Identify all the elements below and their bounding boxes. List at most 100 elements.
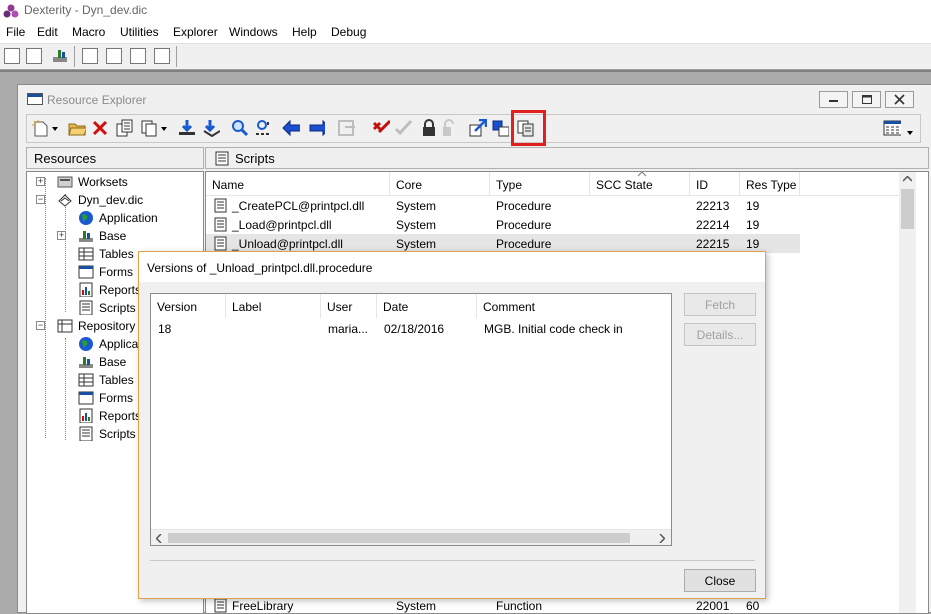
resource-tool-icon[interactable] xyxy=(52,48,68,64)
compile-icon-disabled[interactable] xyxy=(337,119,355,137)
copy-icon[interactable] xyxy=(140,119,158,137)
forms-tool-icon[interactable] xyxy=(26,48,42,64)
resource-explorer-title: Resource Explorer xyxy=(47,93,147,107)
column-header-res-type[interactable]: Res Type xyxy=(740,172,800,196)
chevron-down-icon[interactable] xyxy=(907,131,913,136)
report-icon xyxy=(79,408,93,423)
forward-arrow-icon[interactable] xyxy=(307,119,325,137)
close-button[interactable]: Close xyxy=(684,569,756,592)
scripts-header-label: Scripts xyxy=(235,151,275,166)
close-window-button[interactable] xyxy=(885,91,914,108)
column-header-name[interactable]: Name xyxy=(206,172,390,196)
vertical-scrollbar[interactable] xyxy=(899,172,916,613)
collapse-toggle[interactable]: − xyxy=(36,195,45,204)
find-references-icon[interactable] xyxy=(254,119,272,137)
sync-icon[interactable] xyxy=(491,119,509,137)
highlight-box xyxy=(511,110,546,146)
horizontal-scrollbar[interactable] xyxy=(151,529,671,545)
list-row[interactable]: _Load@printpcl.dll System Procedure 2221… xyxy=(206,215,896,234)
resource-explorer-toolbar xyxy=(26,110,921,146)
script-icon xyxy=(79,426,93,441)
tree-line xyxy=(65,338,66,440)
import-all-icon[interactable] xyxy=(202,119,220,137)
script-icon xyxy=(214,198,227,213)
column-header-version[interactable]: Version xyxy=(151,294,226,318)
resources-header-label: Resources xyxy=(34,151,97,166)
sort-ascending-icon xyxy=(638,172,646,177)
scripts-pane-header: Scripts xyxy=(205,147,929,169)
unlock-icon-disabled[interactable] xyxy=(441,119,459,137)
scripts-tool-icon[interactable] xyxy=(82,48,98,64)
versions-dialog: Versions of _Unload_printpcl.dll.procedu… xyxy=(138,251,766,599)
form-icon xyxy=(78,265,94,279)
tables-tool-icon[interactable] xyxy=(4,48,20,64)
expand-toggle[interactable]: + xyxy=(36,177,45,186)
script-icon xyxy=(215,151,229,166)
open-folder-icon[interactable] xyxy=(68,119,86,137)
scroll-thumb[interactable] xyxy=(168,533,630,543)
collapse-toggle[interactable]: − xyxy=(36,321,45,330)
tree-line xyxy=(65,194,66,312)
versions-list[interactable]: Version Label User Date Comment 18 maria… xyxy=(150,293,672,546)
check-out-icon[interactable] xyxy=(372,119,390,137)
globe-icon xyxy=(79,337,93,351)
menu-explorer[interactable]: Explorer xyxy=(173,25,218,39)
column-header-comment[interactable]: Comment xyxy=(477,294,671,318)
menu-edit[interactable]: Edit xyxy=(37,25,58,39)
worksets-icon xyxy=(57,176,73,188)
back-arrow-icon[interactable] xyxy=(282,119,300,137)
maximize-button[interactable] xyxy=(852,91,881,108)
search-icon[interactable] xyxy=(230,119,248,137)
view-options-icon[interactable] xyxy=(883,119,901,137)
fetch-button[interactable]: Fetch xyxy=(684,293,756,316)
column-header-type[interactable]: Type xyxy=(490,172,590,196)
column-header-user[interactable]: User xyxy=(321,294,377,318)
delete-icon[interactable] xyxy=(91,119,109,137)
expand-toggle[interactable]: + xyxy=(57,231,66,240)
minimize-button[interactable] xyxy=(819,91,848,108)
menu-windows[interactable]: Windows xyxy=(229,25,278,39)
table-icon xyxy=(78,247,94,261)
menu-help[interactable]: Help xyxy=(292,25,317,39)
scroll-up-icon[interactable] xyxy=(903,176,912,182)
globe-icon xyxy=(79,211,93,225)
scroll-left-icon[interactable] xyxy=(156,534,162,543)
details-button[interactable]: Details... xyxy=(684,323,756,346)
chevron-down-icon[interactable] xyxy=(161,127,167,132)
dexterity-logo-icon xyxy=(3,4,19,18)
new-resource-icon[interactable] xyxy=(31,119,49,137)
export-icon[interactable] xyxy=(469,119,487,137)
scroll-right-icon[interactable] xyxy=(659,534,665,543)
script-icon xyxy=(214,598,227,613)
print-tool-icon[interactable] xyxy=(154,48,170,64)
check-in-icon-disabled[interactable] xyxy=(394,119,412,137)
duplicate-icon[interactable] xyxy=(115,119,133,137)
scroll-thumb[interactable] xyxy=(901,189,914,229)
app-title: Dexterity - Dyn_dev.dic xyxy=(24,3,148,17)
script-icon xyxy=(79,300,93,315)
menu-file[interactable]: File xyxy=(6,25,25,39)
lock-icon[interactable] xyxy=(421,119,439,137)
version-row[interactable]: 18 maria... 02/18/2016 MGB. Initial code… xyxy=(151,319,671,338)
column-header-label[interactable]: Label xyxy=(226,294,321,318)
chevron-down-icon[interactable] xyxy=(52,127,58,132)
menu-macro[interactable]: Macro xyxy=(72,25,105,39)
report-icon xyxy=(79,282,93,297)
import-icon[interactable] xyxy=(177,119,195,137)
column-header-date[interactable]: Date xyxy=(377,294,477,318)
menu-utilities[interactable]: Utilities xyxy=(120,25,159,39)
list-row[interactable]: _CreatePCL@printpcl.dll System Procedure… xyxy=(206,196,896,215)
reports-tool-icon[interactable] xyxy=(106,48,122,64)
base-icon xyxy=(79,231,93,242)
versions-dialog-title: Versions of _Unload_printpcl.dll.procedu… xyxy=(147,261,373,275)
menu-debug[interactable]: Debug xyxy=(331,25,366,39)
tree-line xyxy=(45,178,46,438)
column-header-id[interactable]: ID xyxy=(690,172,740,196)
script-editor-tool-icon[interactable] xyxy=(130,48,146,64)
script-icon xyxy=(214,217,227,232)
toolbar-separator xyxy=(176,46,177,67)
column-header-core[interactable]: Core xyxy=(390,172,490,196)
form-icon xyxy=(78,391,94,405)
dictionary-icon xyxy=(58,194,72,207)
repository-icon xyxy=(57,319,73,333)
